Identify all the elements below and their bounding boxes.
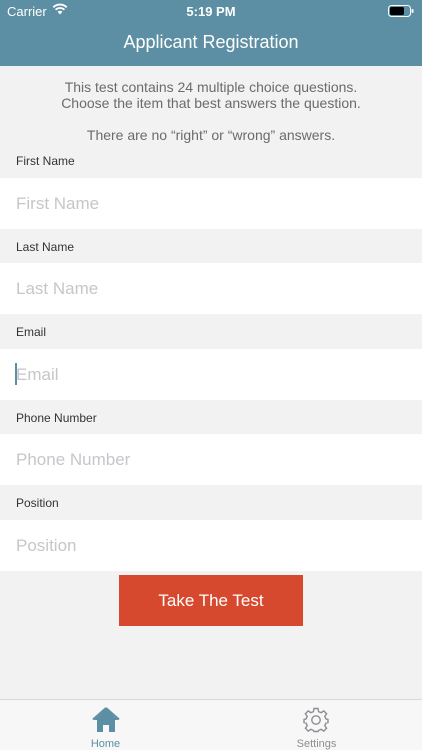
gear-icon <box>303 707 329 733</box>
intro-line-1: This test contains 24 multiple choice qu… <box>64 79 358 95</box>
position-label: Position <box>16 496 59 510</box>
tab-bar: Home Settings <box>0 699 422 750</box>
tab-home[interactable]: Home <box>0 700 211 750</box>
phone-field-container <box>0 434 422 485</box>
last-name-input[interactable] <box>0 263 422 314</box>
first-name-input[interactable] <box>0 178 422 229</box>
app-header: Carrier 5:19 PM Applicant Registration <box>0 0 422 66</box>
tab-settings-label: Settings <box>296 738 337 750</box>
first-name-label: First Name <box>16 154 75 168</box>
email-field-container <box>0 349 422 400</box>
home-icon <box>92 707 120 732</box>
status-time: 5:19 PM <box>186 4 236 19</box>
take-the-test-button[interactable]: Take The Test <box>119 575 303 626</box>
position-input[interactable] <box>0 520 422 571</box>
position-field-container <box>0 520 422 571</box>
battery-icon <box>388 5 414 17</box>
email-input[interactable] <box>0 349 422 400</box>
intro-line-2: Choose the item that best answers the qu… <box>61 95 361 111</box>
email-label: Email <box>16 325 47 339</box>
last-name-field-container <box>0 263 422 314</box>
status-bar: Carrier 5:19 PM <box>0 0 422 22</box>
phone-input[interactable] <box>0 434 422 485</box>
tab-home-label: Home <box>90 738 121 750</box>
first-name-field-container <box>0 178 422 229</box>
page-title: Applicant Registration <box>123 32 299 52</box>
last-name-label: Last Name <box>16 240 75 254</box>
intro-line-3: There are no “right” or “wrong” answers. <box>86 127 336 143</box>
intro-text: This test contains 24 multiple choice qu… <box>0 79 422 143</box>
tab-settings[interactable]: Settings <box>211 700 422 750</box>
text-cursor <box>15 363 17 385</box>
phone-label: Phone Number <box>16 411 97 425</box>
